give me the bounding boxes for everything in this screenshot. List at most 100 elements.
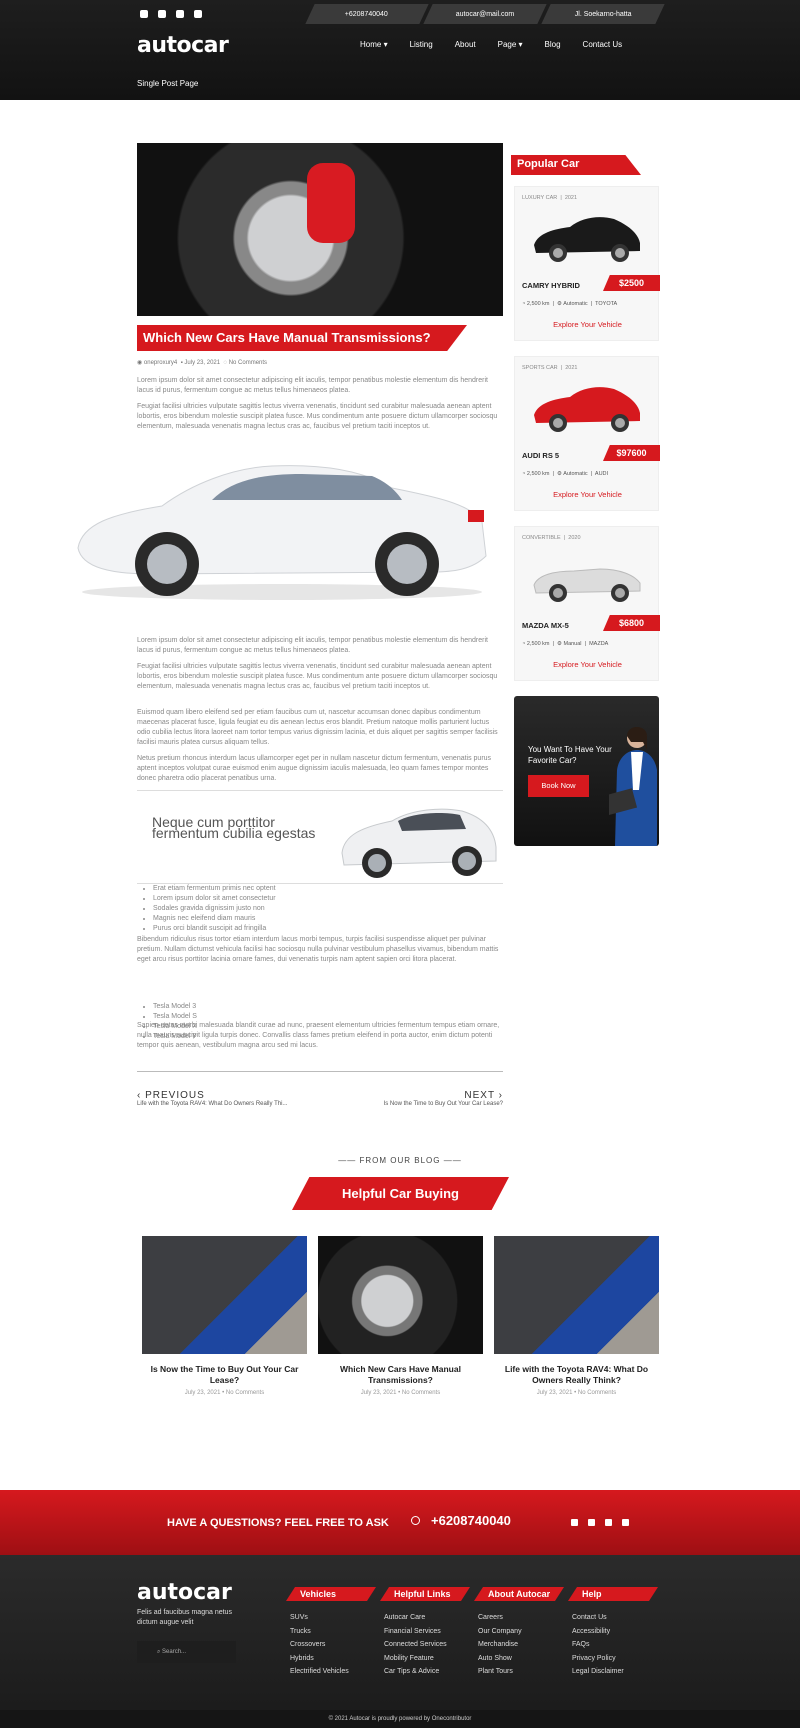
pull-quote-section: Neque cum porttitor fermentum cubilia eg… bbox=[137, 790, 503, 884]
list-item: Sodales gravida dignissim justo non bbox=[153, 904, 276, 914]
explore-vehicle-link[interactable]: Explore Your Vehicle bbox=[515, 490, 660, 499]
post-comments[interactable]: No Comments bbox=[229, 360, 267, 366]
footer-link[interactable]: Hybrids bbox=[290, 1652, 376, 1666]
footer-link[interactable]: Privacy Policy bbox=[572, 1652, 658, 1666]
contact-cta-band: HAVE A QUESTIONS? FEEL FREE TO ASK +6208… bbox=[0, 1490, 800, 1555]
footer-link[interactable]: Our Company bbox=[478, 1625, 564, 1639]
next-label: NEXT › bbox=[464, 1090, 503, 1101]
phone-info[interactable]: +6208740040 bbox=[305, 4, 429, 24]
post-meta: ◉ oneproxury4 ▪ July 23, 2021 ◌ No Comme… bbox=[137, 360, 268, 366]
car-card[interactable]: SPORTS CAR | 2021 AUDI RS 5 $97600 ◔ 2,5… bbox=[514, 356, 660, 511]
brake-caliper-graphic bbox=[307, 163, 355, 243]
blog-post-image bbox=[318, 1236, 483, 1354]
blog-post-card[interactable]: Life with the Toyota RAV4: What Do Owner… bbox=[494, 1236, 659, 1396]
car-specs: ◔ 2,500 km | ⚙ Manual | MAZDA bbox=[522, 641, 609, 647]
white-suv-image bbox=[341, 808, 497, 878]
instagram-icon[interactable] bbox=[622, 1519, 629, 1526]
post-author[interactable]: oneproxury4 bbox=[144, 360, 177, 366]
footer-link[interactable]: Financial Services bbox=[384, 1625, 470, 1639]
email-info[interactable]: autocar@mail.com bbox=[423, 4, 547, 24]
blog-post-meta: July 23, 2021 • No Comments bbox=[184, 1390, 265, 1396]
page-breadcrumb: Single Post Page bbox=[137, 79, 199, 88]
footer-link[interactable]: Legal Disclaimer bbox=[572, 1665, 658, 1679]
footer-link[interactable]: Mobility Feature bbox=[384, 1652, 470, 1666]
car-card[interactable]: CONVERTIBLE | 2020 MAZDA MX-5 $6800 ◔ 2,… bbox=[514, 526, 660, 681]
footer-link[interactable]: SUVs bbox=[290, 1611, 376, 1625]
footer-column-heading: Helpful Links bbox=[380, 1587, 470, 1601]
footer-link[interactable]: Careers bbox=[478, 1611, 564, 1625]
post-paragraph: Sapien netus morbi malesuada blandit cur… bbox=[137, 1022, 500, 1049]
footer-search-input[interactable]: ⌕ Search... bbox=[137, 1641, 236, 1663]
nav-about[interactable]: About bbox=[455, 40, 476, 49]
previous-label: ‹ PREVIOUS bbox=[137, 1090, 205, 1101]
blog-post-title[interactable]: Is Now the Time to Buy Out Your Car Leas… bbox=[142, 1364, 307, 1386]
book-now-button[interactable]: Book Now bbox=[528, 775, 589, 797]
footer-link[interactable]: Trucks bbox=[290, 1625, 376, 1639]
promo-text: You Want To Have Your Favorite Car? bbox=[528, 745, 612, 765]
nav-contact[interactable]: Contact Us bbox=[583, 40, 623, 49]
footer-link[interactable]: Plant Tours bbox=[478, 1665, 564, 1679]
footer-link[interactable]: Electrified Vehicles bbox=[290, 1665, 376, 1679]
footer-link[interactable]: Accessibility bbox=[572, 1625, 658, 1639]
facebook-icon[interactable] bbox=[140, 10, 148, 18]
blog-post-meta: July 23, 2021 • No Comments bbox=[536, 1390, 617, 1396]
car-image bbox=[533, 568, 641, 602]
footer-link[interactable]: Crossovers bbox=[290, 1638, 376, 1652]
explore-vehicle-link[interactable]: Explore Your Vehicle bbox=[515, 660, 660, 669]
post-title: Which New Cars Have Manual Transmissions… bbox=[143, 330, 431, 345]
blog-post-card[interactable]: Which New Cars Have Manual Transmissions… bbox=[318, 1236, 483, 1396]
list-item: Lorem ipsum dolor sit amet consectetur bbox=[153, 894, 276, 904]
nav-listing[interactable]: Listing bbox=[410, 40, 433, 49]
list-item: Tesla Model 3 bbox=[153, 1002, 197, 1012]
explore-vehicle-link[interactable]: Explore Your Vehicle bbox=[515, 320, 660, 329]
pull-quote-title: Neque cum porttitor fermentum cubilia eg… bbox=[152, 814, 316, 841]
post-paragraph: Lorem ipsum dolor sit amet consectetur a… bbox=[137, 637, 488, 654]
blog-kicker: —— FROM OUR BLOG —— bbox=[338, 1156, 462, 1165]
email-text: autocar@mail.com bbox=[455, 10, 515, 18]
car-card[interactable]: LUXURY CAR | 2021 CAMRY HYBRID $2500 ◔ 2… bbox=[514, 186, 660, 341]
footer-logo[interactable]: autocar bbox=[137, 1580, 232, 1605]
nav-page[interactable]: Page ▾ bbox=[498, 40, 523, 49]
footer-link[interactable]: Merchandise bbox=[478, 1638, 564, 1652]
phone-icon bbox=[411, 1516, 420, 1525]
car-category: CONVERTIBLE | 2020 bbox=[522, 535, 581, 541]
twitter-icon[interactable] bbox=[158, 10, 166, 18]
footer-link[interactable]: FAQs bbox=[572, 1638, 658, 1652]
site-logo[interactable]: autocar bbox=[137, 33, 229, 58]
blog-post-card[interactable]: Is Now the Time to Buy Out Your Car Leas… bbox=[142, 1236, 307, 1396]
facebook-icon[interactable] bbox=[571, 1519, 578, 1526]
book-now-promo: You Want To Have Your Favorite Car? Book… bbox=[514, 696, 659, 846]
address-text: Jl. Soekarno-hatta bbox=[574, 10, 632, 18]
car-image bbox=[534, 387, 640, 432]
footer-description: Felis ad faucibus magna netus dictum aug… bbox=[137, 1609, 232, 1626]
main-nav: Home ▾ Listing About Page ▾ Blog Contact… bbox=[360, 40, 622, 49]
nav-blog[interactable]: Blog bbox=[545, 40, 561, 49]
cta-phone[interactable]: +6208740040 bbox=[431, 1513, 511, 1528]
nav-home[interactable]: Home ▾ bbox=[360, 40, 388, 49]
cta-question: HAVE A QUESTIONS? FEEL FREE TO ASK bbox=[167, 1517, 389, 1529]
blog-post-title[interactable]: Which New Cars Have Manual Transmissions… bbox=[318, 1364, 483, 1386]
car-category: SPORTS CAR | 2021 bbox=[522, 365, 578, 371]
blog-post-image bbox=[494, 1236, 659, 1354]
blog-post-meta: July 23, 2021 • No Comments bbox=[360, 1390, 441, 1396]
youtube-icon[interactable] bbox=[176, 10, 184, 18]
footer-link[interactable]: Car Tips & Advice bbox=[384, 1665, 470, 1679]
list-item: Magnis nec eleifend diam mauris bbox=[153, 914, 276, 924]
list-item: Purus orci blandit suscipit ad fringilla bbox=[153, 924, 276, 934]
youtube-icon[interactable] bbox=[605, 1519, 612, 1526]
copyright-bar: © 2021 Autocar is proudly powered by One… bbox=[0, 1710, 800, 1728]
footer-link[interactable]: Contact Us bbox=[572, 1611, 658, 1625]
footer-link[interactable]: Autocar Care bbox=[384, 1611, 470, 1625]
twitter-icon[interactable] bbox=[588, 1519, 595, 1526]
post-paragraph: Feugiat facilisi ultricies vulputate sag… bbox=[137, 663, 498, 690]
footer-link[interactable]: Auto Show bbox=[478, 1652, 564, 1666]
site-header: +6208740040 autocar@mail.com Jl. Soekarn… bbox=[0, 0, 800, 100]
next-post-link[interactable]: NEXT › Is Now the Time to Buy Out Your C… bbox=[322, 1090, 503, 1107]
footer-column-heading: About Autocar bbox=[474, 1587, 564, 1601]
instagram-icon[interactable] bbox=[194, 10, 202, 18]
previous-post-link[interactable]: ‹ PREVIOUS Life with the Toyota RAV4: Wh… bbox=[137, 1090, 317, 1107]
blog-post-title[interactable]: Life with the Toyota RAV4: What Do Owner… bbox=[494, 1364, 659, 1386]
post-date[interactable]: July 23, 2021 bbox=[184, 360, 220, 366]
header-social-links bbox=[140, 10, 202, 18]
footer-link[interactable]: Connected Services bbox=[384, 1638, 470, 1652]
